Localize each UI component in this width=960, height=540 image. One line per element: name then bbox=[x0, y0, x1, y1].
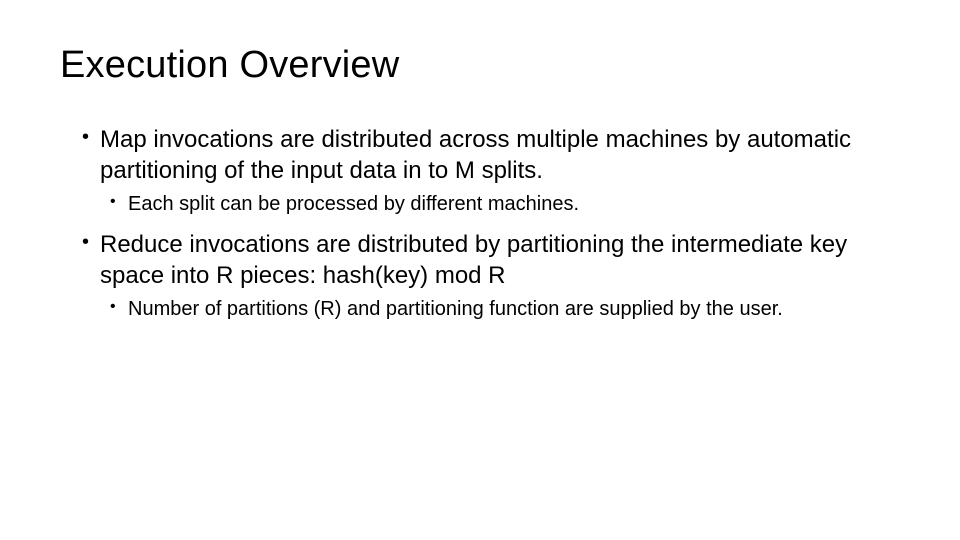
bullet-list: Map invocations are distributed across m… bbox=[82, 125, 900, 323]
slide: Execution Overview Map invocations are d… bbox=[0, 0, 960, 323]
bullet-text: Reduce invocations are distributed by pa… bbox=[82, 230, 900, 291]
list-item: Map invocations are distributed across m… bbox=[82, 125, 900, 218]
slide-title: Execution Overview bbox=[60, 44, 900, 87]
slide-content: Map invocations are distributed across m… bbox=[62, 125, 900, 323]
sub-bullet-text: Each split can be processed by different… bbox=[110, 192, 900, 218]
list-item: Reduce invocations are distributed by pa… bbox=[82, 230, 900, 323]
sub-bullet-text: Number of partitions (R) and partitionin… bbox=[110, 297, 900, 323]
bullet-text: Map invocations are distributed across m… bbox=[82, 125, 900, 186]
